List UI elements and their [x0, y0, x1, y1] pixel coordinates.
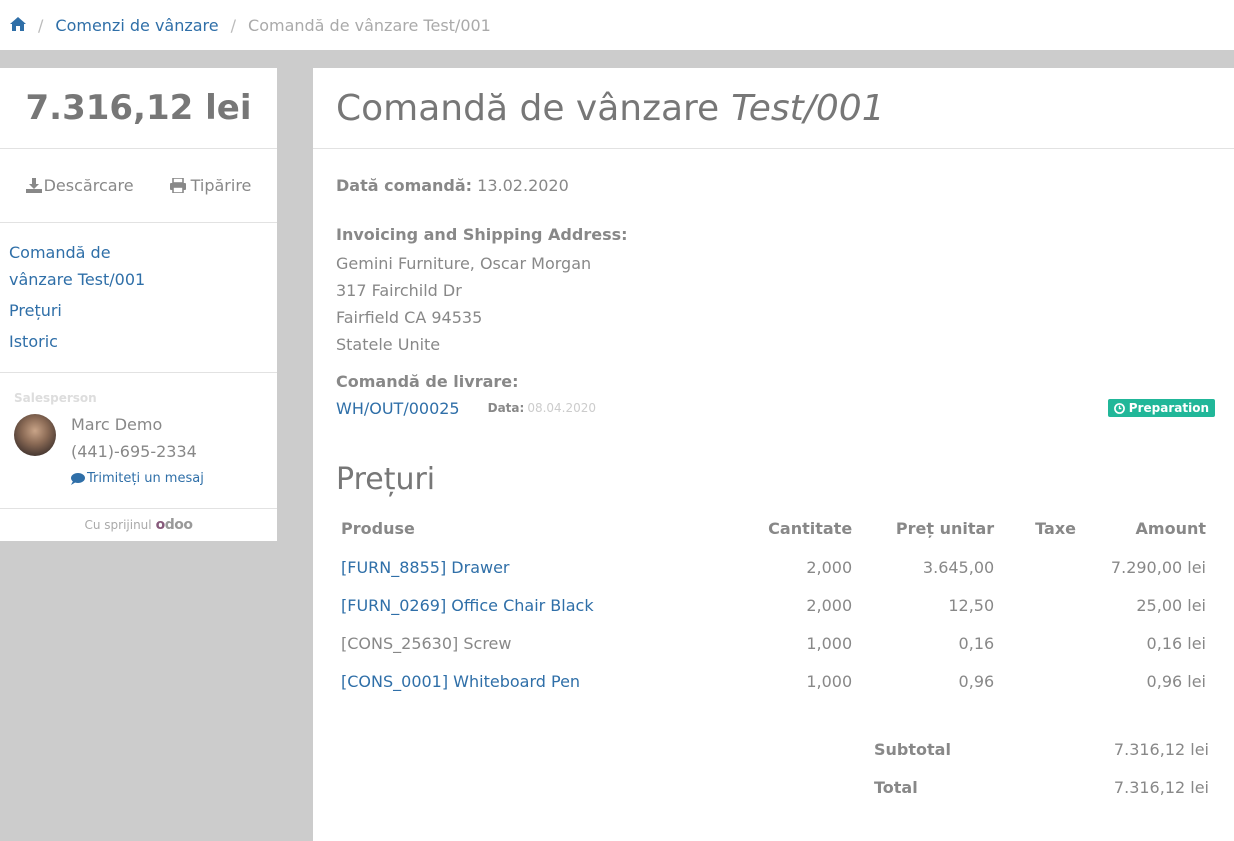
home-icon	[10, 16, 26, 31]
odoo-logo[interactable]: odoo	[156, 517, 193, 533]
amount-cell: 7.290,00 lei	[1110, 557, 1206, 577]
order-total: 7.316,12 lei	[0, 68, 277, 149]
send-message-label: Trimiteți un mesaj	[87, 471, 204, 486]
product-link[interactable]: [FURN_0269] Office Chair Black	[341, 596, 594, 615]
product-link[interactable]: [FURN_8855] Drawer	[341, 558, 510, 577]
send-message-link[interactable]: Trimiteți un mesaj	[71, 471, 204, 486]
salesperson-name: Marc Demo	[71, 415, 163, 434]
table-row: [CONS_25630] Screw 1,000 0,16 0,16 lei	[336, 624, 1211, 662]
taxes-cell	[999, 662, 1081, 700]
sidebar-item-prices[interactable]: Prețuri	[9, 297, 277, 324]
table-header-row: Produse Cantitate Preț unitar Taxe Amoun…	[336, 509, 1211, 548]
product-cell: [CONS_0001] Whiteboard Pen	[336, 662, 737, 700]
header-taxes: Taxe	[1035, 519, 1076, 538]
amount-cell: 0,16 lei	[1146, 633, 1206, 653]
product-cell: [FURN_8855] Drawer	[336, 548, 737, 586]
delivery-row: WH/OUT/00025 Data: 08.04.2020 Preparatio…	[336, 396, 1215, 420]
header-products: Produse	[341, 519, 415, 538]
order-lines-table: Produse Cantitate Preț unitar Taxe Amoun…	[336, 509, 1211, 700]
amount-cell: 0,96 lei	[1146, 671, 1206, 691]
sidebar: 7.316,12 lei Descărcare Tipărire Comandă…	[0, 68, 277, 541]
breadcrumb-separator: /	[230, 15, 237, 35]
breadcrumb-current: Comandă de vânzare Test/001	[248, 15, 491, 35]
quantity-cell: 2,000	[806, 595, 853, 615]
comment-icon	[71, 472, 85, 485]
breadcrumb-sales-orders[interactable]: Comenzi de vânzare	[55, 16, 218, 35]
order-date-value: 13.02.2020	[477, 176, 569, 195]
table-row: [FURN_8855] Drawer 2,000 3.645,00 7.290,00 …	[336, 548, 1211, 586]
sidebar-item-history[interactable]: Istoric	[9, 328, 277, 355]
print-button[interactable]: Tipărire	[169, 176, 252, 195]
sidebar-actions: Descărcare Tipărire	[0, 149, 277, 223]
salesperson-card: Salesperson Marc Demo (441)-695-2334 Tri…	[0, 373, 277, 509]
download-button[interactable]: Descărcare	[25, 176, 134, 195]
breadcrumb: / Comenzi de vânzare / Comandă de vânzar…	[0, 0, 1234, 50]
quantity-cell: 1,000	[806, 671, 853, 691]
download-icon	[25, 178, 42, 193]
sidebar-nav: Comandă de vânzare Test/001 Prețuri Isto…	[0, 223, 277, 373]
address-line: Statele Unite	[336, 335, 441, 354]
address-line: 317 Fairchild Dr	[336, 281, 462, 300]
address-line: Fairfield CA 94535	[336, 308, 483, 327]
unit-price-cell: 0,96	[958, 671, 995, 691]
taxes-cell	[999, 586, 1081, 624]
unit-price-cell: 3.645,00	[922, 557, 995, 577]
total-row: Total 7.316,12 lei	[869, 768, 1214, 806]
taxes-cell	[999, 548, 1081, 586]
subtotal-value: 7.316,12 lei	[1113, 739, 1209, 759]
sidebar-item-sales-order[interactable]: Comandă de vânzare Test/001	[9, 239, 179, 293]
salesperson-label: Salesperson	[14, 391, 97, 405]
download-label: Descărcare	[43, 176, 134, 195]
product-cell: [FURN_0269] Office Chair Black	[336, 586, 737, 624]
table-row: [CONS_0001] Whiteboard Pen 1,000 0,96 0,96 …	[336, 662, 1211, 700]
pricing-title: Prețuri	[336, 462, 436, 497]
totals: Subtotal 7.316,12 lei Total 7.316,12 lei	[869, 730, 1214, 806]
status-badge: Preparation	[1107, 399, 1215, 417]
delivery-date-label: Data:	[487, 401, 525, 415]
clock-icon	[1113, 402, 1125, 414]
quantity-cell: 2,000	[806, 557, 853, 577]
total-value: 7.316,12 lei	[1113, 777, 1209, 797]
print-label: Tipărire	[190, 176, 252, 195]
address-label: Invoicing and Shipping Address:	[336, 225, 628, 244]
subtotal-label: Subtotal	[874, 739, 951, 759]
title-prefix: Comandă de vânzare	[336, 87, 720, 129]
delivery-label: Comandă de livrare:	[336, 372, 519, 391]
avatar	[14, 414, 56, 456]
table-row: [FURN_0269] Office Chair Black 2,000 12,50…	[336, 586, 1211, 624]
header-unit-price: Preț unitar	[895, 519, 995, 538]
product-link[interactable]: [CONS_0001] Whiteboard Pen	[341, 672, 580, 691]
total-label: Total	[874, 777, 918, 797]
taxes-cell	[999, 624, 1081, 662]
powered-by: Cu sprijinul odoo	[0, 509, 277, 541]
delivery-date: 08.04.2020	[527, 401, 597, 415]
title-ref: Test/001	[731, 87, 885, 129]
main-content: Comandă de vânzare Test/001 Dată comandă…	[313, 68, 1234, 841]
unit-price-cell: 12,50	[948, 595, 995, 615]
delivery-ref-link[interactable]: WH/OUT/00025	[336, 399, 460, 418]
print-icon	[169, 178, 186, 193]
breadcrumb-separator: /	[38, 15, 44, 35]
unit-price-cell: 0,16	[958, 633, 995, 653]
salesperson-phone: (441)-695-2334	[71, 442, 197, 461]
page-title: Comandă de vânzare Test/001	[313, 68, 1234, 149]
address-block: Gemini Furniture, Oscar Morgan 317 Fairc…	[336, 250, 1211, 358]
address-line: Gemini Furniture, Oscar Morgan	[336, 254, 592, 273]
quantity-cell: 1,000	[806, 633, 853, 653]
amount-cell: 25,00 lei	[1136, 595, 1206, 615]
order-date-label: Dată comandă:	[336, 176, 473, 195]
product-name: [CONS_25630] Screw	[341, 633, 512, 653]
powered-by-label: Cu sprijinul	[84, 518, 152, 532]
header-amount: Amount	[1135, 519, 1206, 538]
order-date: Dată comandă: 13.02.2020	[336, 176, 1211, 195]
product-cell: [CONS_25630] Screw	[336, 624, 737, 662]
status-label: Preparation	[1128, 401, 1209, 415]
header-quantity: Cantitate	[768, 519, 853, 538]
breadcrumb-home[interactable]	[10, 16, 26, 35]
subtotal-row: Subtotal 7.316,12 lei	[869, 730, 1214, 768]
